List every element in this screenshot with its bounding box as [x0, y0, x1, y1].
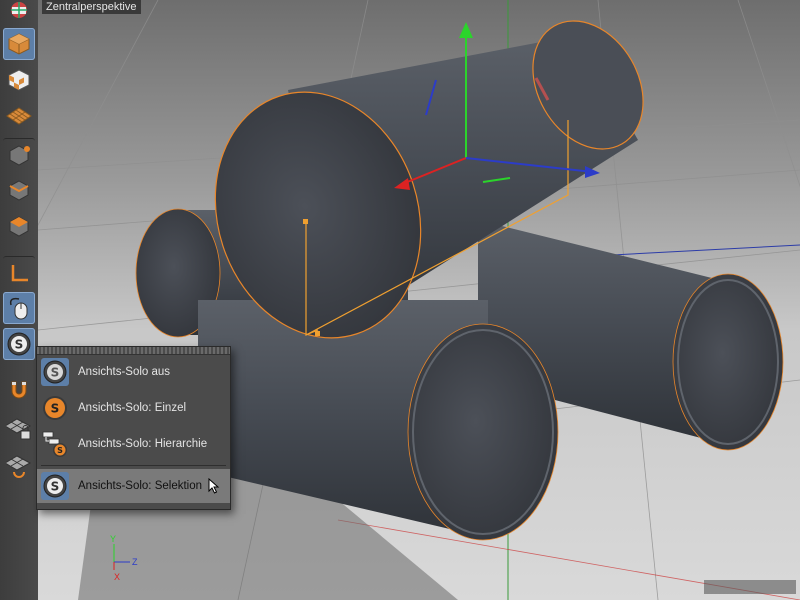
snap-magnet-icon[interactable] — [3, 374, 35, 406]
model-mode-icon[interactable] — [3, 28, 35, 60]
svg-text:S: S — [51, 480, 60, 494]
workplane-lock-icon[interactable] — [3, 412, 35, 444]
points-mode-icon[interactable] — [3, 138, 35, 171]
svg-text:S: S — [57, 446, 63, 455]
menu-item-solo-selection[interactable]: S Ansichts-Solo: Selektion — [37, 469, 230, 503]
menu-item-label: Ansichts-Solo aus — [78, 366, 171, 378]
menu-item-label: Ansichts-Solo: Selektion — [78, 480, 203, 492]
solo-selection-icon: S — [40, 471, 70, 501]
tweak-mouse-icon[interactable] — [3, 292, 35, 324]
view-solo-menu: S Ansichts-Solo aus S Ansichts-Solo: Ein… — [36, 346, 231, 510]
menu-item-label: Ansichts-Solo: Hierarchie — [78, 438, 208, 450]
view-solo-icon[interactable]: S — [3, 328, 35, 360]
viewport-status-box — [704, 580, 796, 594]
svg-text:S: S — [51, 366, 60, 380]
scene-render — [38, 0, 800, 600]
menu-separator — [41, 465, 226, 466]
menu-item-label: Ansichts-Solo: Einzel — [78, 402, 187, 414]
axis-mode-icon[interactable] — [3, 256, 35, 289]
axis-label-x: X — [114, 572, 121, 582]
svg-text:S: S — [51, 402, 60, 416]
view-cube-icon[interactable] — [3, 0, 35, 20]
menu-tear-off-grip[interactable] — [37, 347, 230, 355]
solo-off-icon: S — [40, 357, 70, 387]
3d-viewport[interactable]: Zentralperspektive Y Z X — [38, 0, 800, 600]
workplane-align-icon[interactable] — [3, 450, 35, 482]
menu-item-solo-hierarchy[interactable]: S Ansichts-Solo: Hierarchie — [37, 427, 230, 461]
solo-hierarchy-icon: S — [40, 429, 70, 459]
texture-mode-icon[interactable] — [3, 64, 35, 96]
left-toolbar: S — [0, 0, 39, 600]
menu-item-solo-single[interactable]: S Ansichts-Solo: Einzel — [37, 391, 230, 425]
solo-single-icon: S — [40, 393, 70, 423]
menu-item-solo-off[interactable]: S Ansichts-Solo aus — [37, 355, 230, 389]
polygons-mode-icon[interactable] — [3, 210, 35, 242]
axis-orientation-widget: Y Z X — [106, 532, 146, 584]
axis-label-y: Y — [110, 534, 117, 544]
svg-text:S: S — [15, 338, 24, 352]
mouse-cursor-icon — [208, 478, 220, 494]
axis-label-z: Z — [132, 557, 138, 567]
workplane-icon[interactable] — [3, 100, 35, 132]
viewport-title: Zentralperspektive — [42, 0, 141, 14]
edges-mode-icon[interactable] — [3, 174, 35, 206]
